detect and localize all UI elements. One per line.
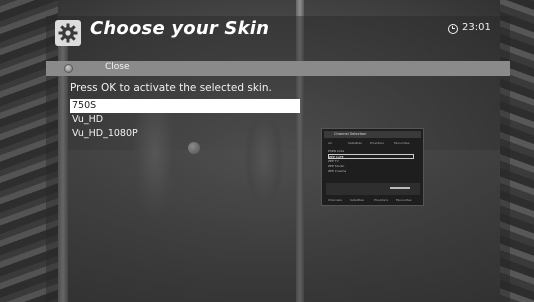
preview-button: Satellites	[350, 198, 364, 202]
preview-tab: Satellites	[348, 141, 362, 145]
preview-tab: Favourites	[394, 141, 410, 145]
preview-tabs: All Satellites Providers Favourites	[326, 141, 421, 146]
instruction-text: Press OK to activate the selected skin.	[70, 82, 272, 94]
clock-icon	[448, 24, 458, 34]
gear-icon	[55, 20, 81, 46]
clock-time: 23:01	[462, 22, 491, 33]
preview-channel-row: ZEE Cinema	[328, 169, 347, 173]
skin-list-item[interactable]: Vu_HD_1080P	[70, 127, 300, 141]
preview-buttons: Channels Satellites Providers Favourites	[326, 198, 420, 203]
preview-channel-row: ZEE TV	[328, 159, 339, 163]
preview-channel-row: ESPN India	[328, 149, 345, 153]
skin-selector-window	[46, 16, 510, 302]
preview-tab: All	[328, 141, 332, 145]
preview-progress-bar	[390, 187, 410, 189]
preview-tab: Providers	[370, 141, 384, 145]
preview-button: Favourites	[396, 198, 412, 202]
page-title: Choose your Skin	[90, 18, 270, 39]
preview-channel-row: ZEE Studio	[328, 164, 345, 168]
preview-button: Providers	[374, 198, 388, 202]
skin-list-item[interactable]: 750S	[70, 99, 300, 113]
close-button-icon[interactable]	[64, 64, 73, 73]
preview-channel-row: ZEE CAFE	[328, 154, 414, 159]
skin-preview-image: Channel Selection All Satellites Provide…	[321, 128, 424, 206]
close-button[interactable]: Close	[105, 62, 130, 72]
preview-epg-panel	[326, 183, 420, 195]
skin-list: 750S Vu_HD Vu_HD_1080P	[70, 99, 300, 141]
preview-button: Channels	[328, 198, 342, 202]
preview-title: Channel Selection	[334, 132, 367, 136]
skin-list-item[interactable]: Vu_HD	[70, 113, 300, 127]
